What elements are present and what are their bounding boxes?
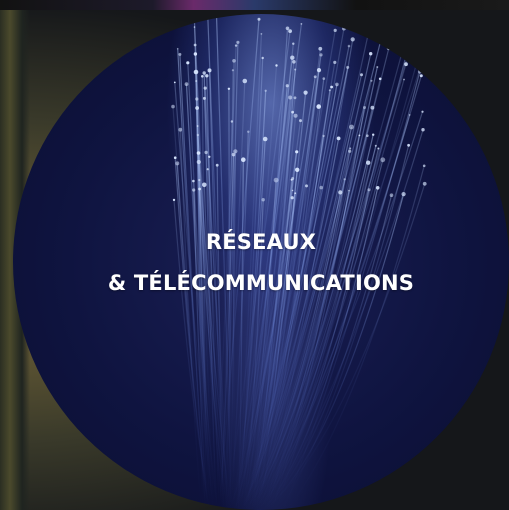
category-title-line-2: & TÉLÉCOMMUNICATIONS	[107, 271, 415, 295]
category-title-line-1: RÉSEAUX	[205, 230, 317, 254]
top-image-strip	[0, 0, 509, 10]
page: RÉSEAUX & TÉLÉCOMMUNICATIONS	[0, 0, 509, 510]
fiber-optic-image	[171, 14, 429, 510]
category-circle-card[interactable]: RÉSEAUX & TÉLÉCOMMUNICATIONS	[13, 14, 509, 510]
